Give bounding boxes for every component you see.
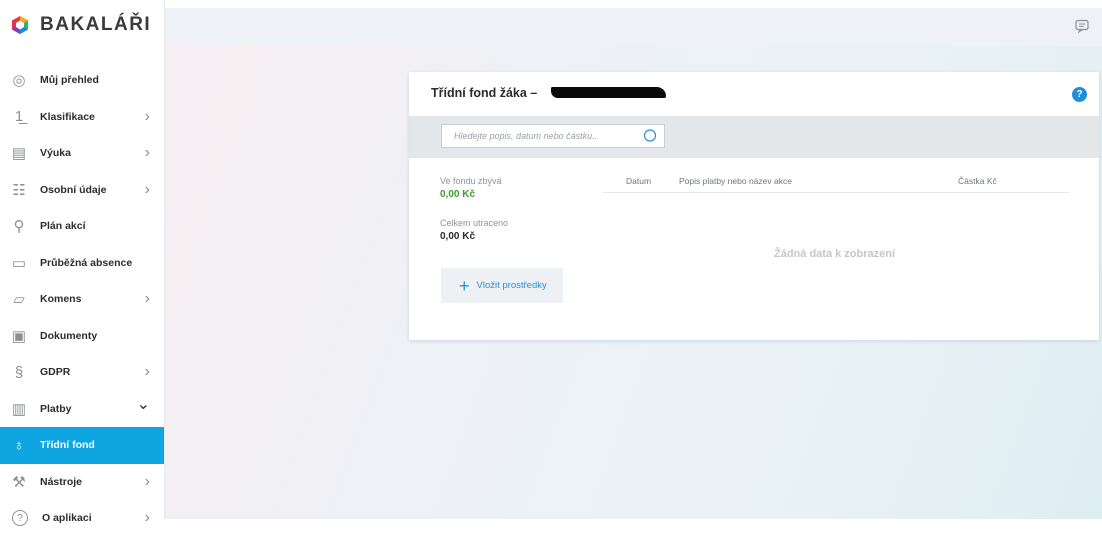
empty-state: Žádná data k zobrazení <box>774 248 896 260</box>
absence-icon: ▭ <box>11 254 27 272</box>
spent-label: Celkem utraceno <box>440 218 509 228</box>
sidebar-item[interactable]: ⚒ Nástroje › <box>0 464 164 501</box>
document-icon: ▣ <box>11 327 27 345</box>
card-header: Třídní fond žáka – ? <box>409 72 1099 116</box>
add-funds-label: Vložit prostředky <box>476 280 547 291</box>
bakalari-logo-icon <box>12 16 28 34</box>
payments-icon: ▥ <box>11 400 27 418</box>
search-box <box>441 124 665 148</box>
sidebar-item-label: Platby <box>40 402 72 415</box>
add-funds-button[interactable]: + Vložit prostředky <box>441 268 563 303</box>
chevron-down-icon: ⌄ <box>136 396 150 414</box>
message-icon: ▱ <box>13 291 25 309</box>
remaining-value: 0,00 Kč <box>440 189 476 200</box>
sidebar-item[interactable]: ▱ Komens › <box>0 281 164 318</box>
sidebar-item[interactable]: ▭ Průběžná absence <box>0 245 164 282</box>
top-bar <box>165 8 1102 46</box>
redacted-name <box>551 87 666 98</box>
person-list-icon: ☷ <box>12 181 26 199</box>
search-icon[interactable] <box>642 128 658 144</box>
teaching-icon: ▤ <box>11 145 27 163</box>
dashboard-icon: ◎ <box>12 72 26 90</box>
table-header: Datum Popis platby nebo název akce Částk… <box>603 176 1069 193</box>
piggy-bank-icon: ♁ <box>13 436 25 454</box>
search-bar <box>409 116 1099 158</box>
sidebar-item[interactable]: ♁ Třídní fond <box>0 427 164 464</box>
sidebar-item-label: Klasifikace <box>40 110 95 123</box>
sidebar-item[interactable]: ? O aplikaci › <box>0 500 164 537</box>
sidebar-item-label: Můj přehled <box>40 74 99 87</box>
search-input[interactable] <box>442 125 644 147</box>
brand-name: BAKALÁŘI <box>40 14 152 35</box>
sidebar-item[interactable]: ⚲ Plán akcí <box>0 208 164 245</box>
sidebar-item-label: Dokumenty <box>40 329 98 342</box>
chevron-right-icon: › <box>144 180 150 198</box>
sidebar-item[interactable]: § GDPR › <box>0 354 164 391</box>
help-circle-icon: ? <box>12 510 28 527</box>
chevron-right-icon: › <box>144 472 150 490</box>
chevron-right-icon: › <box>144 363 150 381</box>
sidebar-item-label: Průběžná absence <box>40 256 133 269</box>
chevron-right-icon: › <box>144 290 150 308</box>
plus-icon: + <box>459 275 470 296</box>
chevron-right-icon: › <box>144 107 150 125</box>
class-fund-card: Třídní fond žáka – ? Ve fondu zbývá 0,00… <box>409 72 1099 340</box>
sidebar-item[interactable]: ▣ Dokumenty <box>0 318 164 355</box>
plan-icon: ⚲ <box>13 218 25 236</box>
remaining-label: Ve fondu zbývá <box>440 176 502 186</box>
chat-icon[interactable] <box>1074 18 1090 34</box>
page-title: Třídní fond žáka – <box>431 86 538 100</box>
column-description[interactable]: Popis platby nebo název akce <box>679 176 792 186</box>
sidebar: BAKALÁŘI ◎ Můj přehled 1̲ Klasifikace › ▤ Výuk… <box>0 0 165 527</box>
fund-spent: Celkem utraceno 0,00 Kč <box>440 218 508 242</box>
column-date[interactable]: Datum <box>626 176 651 186</box>
chevron-right-icon: › <box>144 144 150 162</box>
sidebar-item-label: Výuka <box>40 147 71 160</box>
sidebar-item-label: Plán akcí <box>40 220 86 233</box>
sidebar-item-label: GDPR <box>40 366 71 379</box>
grade-icon: 1̲ <box>14 108 24 126</box>
sidebar-nav: ◎ Můj přehled 1̲ Klasifikace › ▤ Výuka › ☷ Osobní… <box>0 62 164 537</box>
help-icon[interactable]: ? <box>1072 87 1087 102</box>
chevron-right-icon: › <box>144 509 150 527</box>
gdpr-icon: § <box>14 363 24 381</box>
sidebar-item-label: Komens <box>40 293 82 306</box>
column-amount[interactable]: Částka Kč <box>958 176 997 186</box>
sidebar-item-label: O aplikaci <box>42 512 92 525</box>
spent-value: 0,00 Kč <box>440 231 476 242</box>
sidebar-item-label: Osobní údaje <box>40 183 107 196</box>
sidebar-item[interactable]: ▥ Platby ⌄ <box>0 391 164 428</box>
sidebar-item[interactable]: ☷ Osobní údaje › <box>0 172 164 209</box>
wrench-icon: ⚒ <box>12 473 26 491</box>
sidebar-item-label: Nástroje <box>40 475 83 488</box>
sidebar-item[interactable]: 1̲ Klasifikace › <box>0 99 164 136</box>
sidebar-item[interactable]: ▤ Výuka › <box>0 135 164 172</box>
fund-remaining: Ve fondu zbývá 0,00 Kč <box>440 176 502 200</box>
logo[interactable]: BAKALÁŘI <box>10 10 151 40</box>
sidebar-item-label: Třídní fond <box>40 439 95 452</box>
sidebar-item[interactable]: ◎ Můj přehled <box>0 62 164 99</box>
